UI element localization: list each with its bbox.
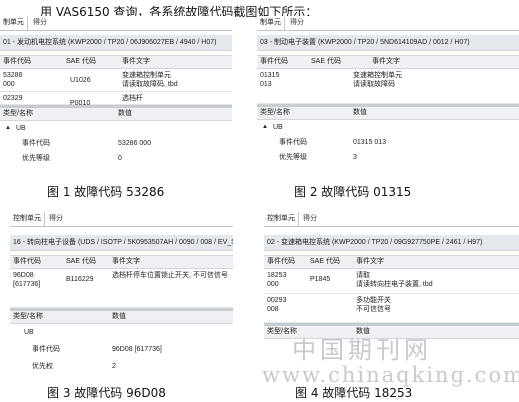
watermark-url: www.chinaqking.com — [262, 363, 519, 387]
property-row: 事件代码 96D08 [617736] — [32, 346, 162, 353]
event-code: 02329 — [3, 95, 23, 102]
properties-table: 类型/名称 数值 ▲ UB 事件代码 01315 013 优先等级 3 — [257, 107, 519, 165]
tab-score[interactable]: 得分 — [300, 212, 320, 226]
tab-score[interactable]: 得分 — [46, 212, 66, 226]
system-header: 02 - 变速箱电控系统 (KWP2000 / TP20 / 09G927750… — [264, 235, 519, 251]
property-row: 事件代码 01315 013 — [279, 139, 387, 146]
column-sae-code: SAE 代码 — [66, 58, 96, 65]
tab-score[interactable]: 得分 — [30, 16, 50, 30]
column-sae-code: SAE 代码 — [311, 58, 341, 65]
screenshot-panel-3: 控制单元 得分 16 - 转向柱电子设备 (UDS / ISOTP / 5K09… — [10, 212, 233, 374]
fault-table-header: 事件代码 SAE 代码 事件文字 — [257, 55, 519, 69]
table-row[interactable]: 02329 P0010 选档杆 — [0, 92, 232, 107]
system-header: 01 - 发动机电控系统 (KWP2000 / TP20 / 06J906027… — [0, 35, 232, 51]
event-code: 01315 013 — [260, 72, 280, 88]
table-row[interactable]: 53286 000 U1026 变速箱控制单元 请读取故障码, tbd — [0, 69, 232, 92]
figure-caption-1: 图 1 故障代码 53286 — [47, 185, 165, 199]
sae-code: U1026 — [70, 77, 91, 84]
tab-control-unit[interactable]: 制单元 — [0, 16, 28, 30]
column-event-code: 事件代码 — [3, 58, 31, 65]
property-row: 事件代码 53286 000 — [22, 140, 152, 147]
event-text: 选档杆 — [122, 95, 143, 102]
tab-bar: 制单元 得分 — [0, 16, 232, 31]
column-type-name: 类型/名称 — [260, 109, 290, 116]
column-event-text: 事件文字 — [372, 58, 400, 65]
tab-control-unit[interactable]: 控制单元 — [10, 212, 45, 226]
sae-code: B116229 — [66, 276, 94, 283]
column-value: 数值 — [118, 110, 132, 117]
table-row[interactable]: 00293 008 多功能开关 不可信信号 — [264, 294, 519, 323]
column-event-code: 事件代码 — [267, 258, 295, 265]
caret-up-icon[interactable]: ▲ — [262, 120, 268, 135]
event-text: 多功能开关 不可信信号 — [356, 297, 391, 313]
event-text: 变速箱控制单元 请读取故障码 — [353, 72, 402, 88]
column-event-text: 事件文字 — [356, 258, 384, 265]
screenshot-panel-1: 制单元 得分 01 - 发动机电控系统 (KWP2000 / TP20 / 06… — [0, 16, 232, 180]
column-sae-code: SAE 代码 — [66, 258, 96, 265]
system-header: 16 - 转向柱电子设备 (UDS / ISOTP / 5K0953507AH … — [10, 235, 233, 251]
sae-code: P0010 — [70, 100, 91, 107]
column-event-text: 事件文字 — [122, 58, 150, 65]
caret-up-icon[interactable]: ▲ — [5, 121, 11, 136]
tree-node-ub[interactable]: ▲ UB — [0, 121, 232, 136]
screenshot-panel-2: 制单元 得分 03 - 制动电子装置 (KWP2000 / TP20 / 5ND… — [257, 16, 519, 180]
tree-node-ub[interactable]: UB — [10, 324, 233, 341]
column-value: 数值 — [353, 109, 367, 116]
tab-score[interactable]: 得分 — [287, 16, 307, 30]
properties-table: 类型/名称 数值 UB 事件代码 96D08 [617736] 优先权 2 — [10, 311, 233, 374]
tab-control-unit[interactable]: 控制单元 — [264, 212, 299, 226]
figure-caption-3: 图 3 故障代码 96D08 — [47, 386, 166, 400]
property-row: 优先等级 3 — [279, 154, 357, 161]
column-event-code: 事件代码 — [13, 258, 41, 265]
fault-table-header: 事件代码 SAE 代码 事件文字 — [10, 255, 233, 269]
table-row[interactable]: 18253 000 P1845 请取 请读转向柱电子装置, tbd — [264, 269, 519, 294]
property-row: 优先权 2 — [32, 363, 116, 370]
event-code: 18253 000 — [267, 272, 287, 288]
tree-node-ub[interactable]: ▲ UB — [257, 120, 519, 135]
tab-bar: 控制单元 得分 — [10, 212, 233, 227]
event-code: 00293 008 — [267, 297, 287, 313]
event-code: 96D08 [617736] — [13, 272, 41, 288]
system-header: 03 - 制动电子装置 (KWP2000 / TP20 / 5ND614109A… — [257, 35, 519, 51]
event-code: 53286 000 — [3, 72, 23, 88]
figure-caption-2: 图 2 故障代码 01315 — [294, 185, 412, 199]
fault-table-header: 事件代码 SAE 代码 事件文字 — [264, 255, 519, 269]
column-value: 数值 — [112, 313, 126, 320]
event-text: 变速箱控制单元 请读取故障码, tbd — [122, 72, 178, 88]
column-event-text: 事件文字 — [112, 258, 140, 265]
sae-code: P1845 — [310, 276, 331, 283]
column-event-code: 事件代码 — [260, 58, 288, 65]
column-sae-code: SAE 代码 — [310, 258, 340, 265]
column-type-name: 类型/名称 — [3, 110, 33, 117]
event-text: 请取 请读转向柱电子装置, tbd — [356, 272, 433, 288]
fault-table-header: 事件代码 SAE 代码 事件文字 — [0, 55, 232, 69]
properties-table: 类型/名称 数值 ▲ UB 事件代码 53286 000 优先等级 0 — [0, 108, 232, 166]
property-row: 优先等级 0 — [22, 155, 122, 162]
table-row[interactable]: 96D08 [617736] B116229 选档杆停车位置锁止开关, 不可信信… — [10, 269, 233, 308]
watermark-cn: 中国期刊网 — [292, 336, 432, 364]
table-row[interactable]: 01315 013 变速箱控制单元 请读取故障码 — [257, 69, 519, 104]
column-type-name: 类型/名称 — [13, 313, 43, 320]
tab-control-unit[interactable]: 制单元 — [257, 16, 285, 30]
event-text: 选档杆停车位置锁止开关, 不可信信号 — [112, 272, 228, 279]
tab-bar: 控制单元 得分 — [264, 212, 519, 227]
tab-bar: 制单元 得分 — [257, 16, 519, 31]
